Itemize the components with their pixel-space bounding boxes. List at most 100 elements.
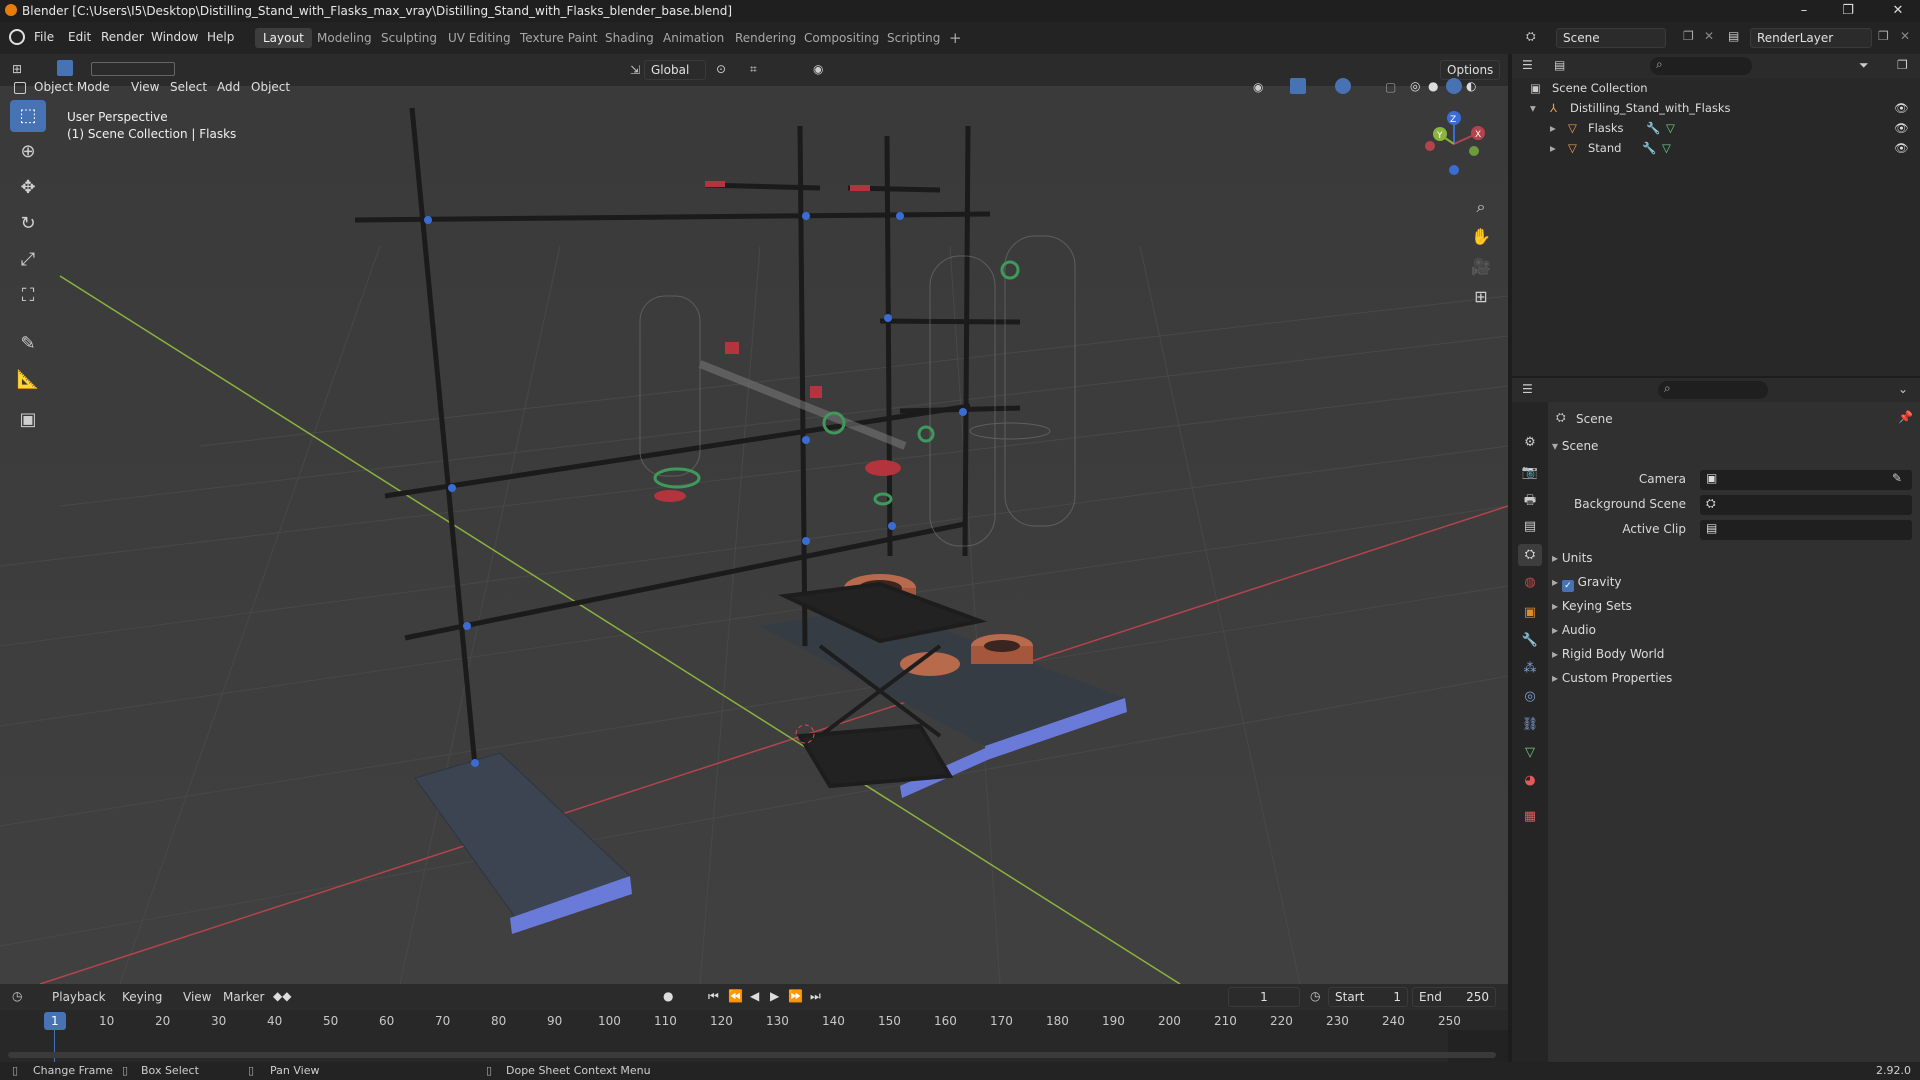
visibility-icon[interactable]: ◉ bbox=[1253, 80, 1263, 94]
menu-view[interactable]: View bbox=[131, 80, 159, 94]
menu-timeline-view[interactable]: View bbox=[183, 990, 211, 1004]
menu-playback[interactable]: Playback bbox=[52, 990, 106, 1004]
start-frame-field[interactable]: Start 1 bbox=[1328, 987, 1408, 1007]
outliner-row-scene-collection[interactable]: ▣ Scene Collection bbox=[1512, 78, 1920, 98]
render-tab-icon[interactable]: 📷 bbox=[1518, 462, 1542, 484]
expand-arrow-icon[interactable]: ▾ bbox=[1530, 98, 1536, 118]
preview-range-icon[interactable]: ◷ bbox=[1310, 989, 1320, 1003]
expand-arrow-icon[interactable]: ▸ bbox=[1550, 138, 1556, 158]
editor-type-icon[interactable]: ⊞ bbox=[12, 62, 22, 76]
physics-tab-icon[interactable]: ◎ bbox=[1518, 686, 1542, 708]
background-scene-field[interactable]: ⛭ bbox=[1700, 495, 1912, 515]
cursor-tool[interactable]: ⊕ bbox=[10, 136, 46, 168]
menu-marker[interactable]: Marker bbox=[223, 990, 264, 1004]
new-renderlayer-icon[interactable]: ❐ bbox=[1878, 29, 1889, 43]
tool-tab-icon[interactable]: ⚙ bbox=[1518, 432, 1542, 454]
camera-view-icon[interactable]: 🎥 bbox=[1466, 252, 1496, 282]
navigation-gizmo[interactable]: Z X Y bbox=[1410, 106, 1490, 186]
tab-compositing[interactable]: Compositing bbox=[796, 28, 887, 48]
menu-add[interactable]: Add bbox=[217, 80, 240, 94]
play-icon[interactable]: ▶ bbox=[770, 989, 779, 1003]
prev-keyframe-icon[interactable]: ⏪ bbox=[728, 989, 743, 1003]
new-collection-icon[interactable]: ❐ bbox=[1897, 58, 1908, 72]
menu-edit[interactable]: Edit bbox=[68, 30, 91, 44]
measure-tool[interactable]: 📐 bbox=[10, 364, 46, 396]
properties-search-input[interactable] bbox=[1658, 381, 1768, 399]
tab-rendering[interactable]: Rendering bbox=[727, 28, 804, 48]
keying-sets-panel-header[interactable]: ▸ Keying Sets bbox=[1552, 594, 1914, 618]
object-tab-icon[interactable]: ▣ bbox=[1518, 602, 1542, 624]
modifier-tab-icon[interactable]: 🔧 bbox=[1518, 630, 1542, 652]
new-scene-icon[interactable]: ❐ bbox=[1683, 29, 1694, 43]
scene-selector[interactable]: Scene bbox=[1556, 28, 1666, 48]
outliner-editor-icon[interactable]: ☰ bbox=[1522, 58, 1533, 72]
texture-tab-icon[interactable]: ▦ bbox=[1518, 806, 1542, 828]
maximize-button[interactable]: ❐ bbox=[1826, 0, 1870, 22]
jump-end-icon[interactable]: ⏭ bbox=[810, 989, 821, 1004]
pivot-point-icon[interactable]: ⊙ bbox=[716, 62, 726, 76]
object-mode-select[interactable]: Object Mode bbox=[34, 80, 110, 94]
overlay-toggle-icon[interactable] bbox=[1335, 78, 1351, 94]
particles-tab-icon[interactable]: ⁂ bbox=[1518, 658, 1542, 680]
scene-panel-header[interactable]: ▾ Scene bbox=[1552, 434, 1914, 458]
menu-render[interactable]: Render bbox=[101, 30, 144, 44]
play-reverse-icon[interactable]: ◀ bbox=[750, 989, 759, 1003]
proportional-edit-icon[interactable]: ◉ bbox=[813, 62, 823, 76]
display-mode-icon[interactable]: ▤ bbox=[1554, 58, 1565, 72]
properties-editor-icon[interactable]: ☰ bbox=[1522, 382, 1533, 396]
ortho-grid-icon[interactable]: ⊞ bbox=[1466, 282, 1496, 312]
delete-scene-icon[interactable]: ✕ bbox=[1704, 29, 1714, 43]
outliner-row-flasks[interactable]: ▸ ▽ Flasks 🔧 ▽ 👁 bbox=[1512, 118, 1920, 138]
rotate-tool[interactable]: ↻ bbox=[10, 208, 46, 240]
tab-scripting[interactable]: Scripting bbox=[879, 28, 948, 48]
blender-menu-icon[interactable] bbox=[9, 29, 25, 45]
zoom-icon[interactable]: ⌕ bbox=[1466, 192, 1496, 222]
wireframe-shading-icon[interactable]: ◎ bbox=[1410, 79, 1420, 93]
menu-file[interactable]: File bbox=[34, 30, 54, 44]
move-tool[interactable]: ✥ bbox=[10, 172, 46, 204]
timeline[interactable]: 1 10 20 30 40 50 60 70 80 90 100 110 120… bbox=[0, 1010, 1508, 1062]
snap-icon[interactable]: ⌗ bbox=[750, 62, 757, 77]
data-tab-icon[interactable]: ▽ bbox=[1518, 742, 1542, 764]
outliner-search-input[interactable] bbox=[1650, 57, 1752, 75]
menu-help[interactable]: Help bbox=[207, 30, 234, 44]
next-keyframe-icon[interactable]: ⏩ bbox=[788, 989, 803, 1003]
world-tab-icon[interactable]: ◍ bbox=[1518, 572, 1542, 594]
3d-viewport[interactable]: User Perspective (1) Scene Collection | … bbox=[0, 86, 1508, 984]
visibility-eye-icon[interactable]: 👁 bbox=[1894, 98, 1909, 118]
xray-icon[interactable]: ▢ bbox=[1385, 80, 1396, 94]
keyframe-icon[interactable]: ◆◆ bbox=[273, 989, 291, 1003]
add-workspace-button[interactable]: + bbox=[941, 28, 970, 48]
output-tab-icon[interactable]: 🖶 bbox=[1518, 490, 1542, 512]
tab-texture-paint[interactable]: Texture Paint bbox=[512, 28, 605, 48]
material-tab-icon[interactable]: ◕ bbox=[1518, 770, 1542, 792]
filter-icon[interactable]: ⏷ bbox=[1859, 58, 1869, 73]
tab-animation[interactable]: Animation bbox=[655, 28, 732, 48]
outliner-row-stand[interactable]: ▸ ▽ Stand 🔧 ▽ 👁 bbox=[1512, 138, 1920, 158]
renderlayer-selector[interactable]: RenderLayer bbox=[1750, 28, 1872, 48]
menu-object[interactable]: Object bbox=[251, 80, 290, 94]
audio-panel-header[interactable]: ▸ Audio bbox=[1552, 618, 1914, 642]
gravity-checkbox[interactable]: ✓ bbox=[1561, 580, 1574, 592]
pin-icon[interactable]: 📌 bbox=[1898, 410, 1913, 424]
tab-sculpting[interactable]: Sculpting bbox=[373, 28, 445, 48]
current-frame-field[interactable]: 1 bbox=[1228, 987, 1300, 1007]
gizmo-toggle-icon[interactable] bbox=[1290, 78, 1306, 94]
minimize-button[interactable]: – bbox=[1782, 0, 1826, 22]
outliner-row-distilling[interactable]: ▾ ⅄ Distilling_Stand_with_Flasks 👁 bbox=[1512, 98, 1920, 118]
material-shading-icon[interactable] bbox=[1446, 78, 1462, 94]
transform-tool[interactable]: ⛶ bbox=[10, 280, 46, 312]
options-chevron-icon[interactable]: ⌄ bbox=[1898, 382, 1908, 396]
visibility-eye-icon[interactable]: 👁 bbox=[1894, 138, 1909, 158]
tab-shading[interactable]: Shading bbox=[597, 28, 662, 48]
custom-properties-panel-header[interactable]: ▸ Custom Properties bbox=[1552, 666, 1914, 690]
scale-tool[interactable]: ⤢ bbox=[10, 244, 46, 276]
solid-shading-icon[interactable]: ● bbox=[1428, 79, 1438, 93]
timeline-scrollbar[interactable] bbox=[8, 1052, 1496, 1058]
select-tool-icon[interactable] bbox=[57, 60, 73, 76]
gravity-panel-header[interactable]: ▸ ✓ Gravity bbox=[1552, 570, 1914, 594]
tab-uv-editing[interactable]: UV Editing bbox=[440, 28, 519, 48]
tab-layout[interactable]: Layout bbox=[255, 28, 312, 48]
end-frame-field[interactable]: End 250 bbox=[1412, 987, 1496, 1007]
menu-select[interactable]: Select bbox=[170, 80, 207, 94]
